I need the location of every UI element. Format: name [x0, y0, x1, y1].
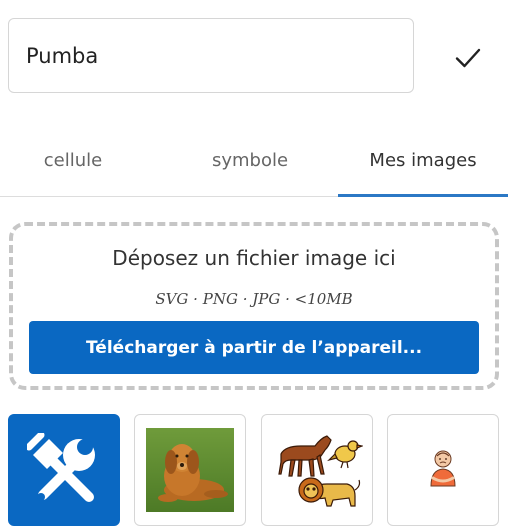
image-tile-dog-photo[interactable] [134, 414, 246, 526]
confirm-button[interactable] [444, 36, 492, 80]
animals-drawing [278, 435, 363, 507]
dog-photo [146, 428, 234, 512]
tab-mes-images[interactable]: Mes images [338, 138, 508, 197]
image-dropzone[interactable]: Déposez un fichier image ici SVG · PNG ·… [9, 222, 499, 390]
tab-label: symbole [211, 150, 289, 171]
image-tile-tools[interactable] [8, 414, 120, 526]
tab-symbole[interactable]: symbole [162, 138, 338, 196]
image-tile-animals[interactable] [261, 414, 373, 526]
tab-cellule[interactable]: cellule [0, 138, 146, 196]
tab-label: cellule [43, 150, 103, 171]
dropzone-formats-hint: SVG · PNG · JPG · <10MB [155, 290, 353, 308]
cell-name-input[interactable] [8, 18, 414, 93]
tools-icon [27, 433, 95, 502]
tab-bar: cellule symbole Mes images [0, 138, 508, 197]
checkmark-icon [455, 48, 481, 68]
person-drawing [430, 450, 456, 487]
tab-label: Mes images [369, 150, 477, 171]
image-tile-person[interactable] [387, 414, 499, 526]
image-editor-panel: cellule symbole Mes images Déposez un fi… [0, 0, 508, 532]
dropzone-title: Déposez un fichier image ici [112, 246, 396, 270]
upload-from-device-button[interactable]: Télécharger à partir de l’appareil... [29, 321, 479, 374]
